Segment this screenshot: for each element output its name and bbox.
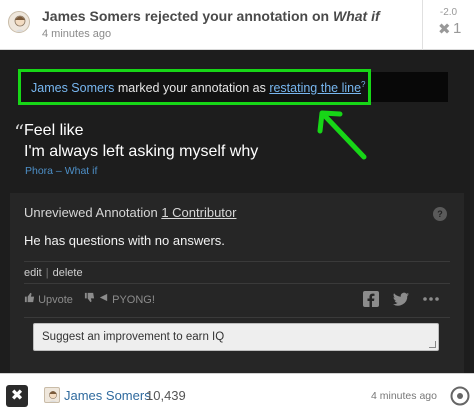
pyong-icon	[99, 293, 108, 302]
thumbs-down-icon	[84, 292, 95, 303]
status-help[interactable]: ?	[361, 80, 365, 89]
user-iq: 10,439	[146, 388, 186, 403]
delete-link[interactable]: delete	[53, 267, 83, 279]
annotation-status: Unreviewed Annotation 1 Contributor	[24, 205, 237, 220]
suggest-improvement-input[interactable]: Suggest an improvement to earn IQ	[33, 323, 439, 351]
reject-count: 1	[453, 20, 462, 37]
callout-background	[371, 72, 448, 102]
divider	[24, 317, 450, 318]
notification-header[interactable]: James Somers rejected your annotation on…	[0, 0, 474, 50]
status-link[interactable]: restating the line	[269, 81, 361, 95]
annotation-body: He has questions with no answers.	[24, 233, 225, 248]
contributors-link[interactable]: 1 Contributor	[161, 205, 236, 220]
pyong-button[interactable]: PYONG!	[98, 292, 155, 306]
annotation-content: James Somers marked your annotation as r…	[0, 50, 474, 373]
lyric-line: I'm always left asking myself why	[24, 143, 259, 160]
quote-mark: “	[14, 120, 25, 144]
close-button[interactable]: ✖	[6, 385, 28, 407]
iq-delta: -2.0	[439, 7, 458, 18]
downvote-button[interactable]	[84, 292, 95, 306]
footer-bar: ✖ James Somers 10,439 4 minutes ago	[0, 373, 474, 417]
lyric-line: Feel like	[24, 122, 84, 139]
user-link[interactable]: James Somers	[64, 388, 151, 403]
green-arrow-icon	[317, 110, 367, 160]
annotation-panel: Unreviewed Annotation 1 Contributor ? He…	[10, 193, 464, 373]
divider	[24, 261, 450, 262]
separator: |	[45, 267, 49, 279]
user-avatar-icon[interactable]	[44, 387, 60, 403]
thumbs-up-icon	[24, 292, 35, 303]
notification-title: James Somers rejected your annotation on…	[42, 8, 380, 24]
resize-handle-icon[interactable]	[429, 341, 436, 348]
reject-mark-icon: ✖	[438, 21, 451, 38]
help-icon[interactable]: ?	[433, 207, 447, 221]
iq-score-box: -2.0 ✖ 1	[422, 0, 474, 50]
user-link[interactable]: James Somers	[31, 81, 114, 95]
song-source-link[interactable]: Phora – What if	[25, 165, 97, 177]
divider	[24, 283, 450, 284]
vote-row: Upvote PYONG!	[24, 292, 155, 310]
status-message: James Somers marked your annotation as r…	[31, 80, 366, 96]
twitter-icon[interactable]	[392, 290, 410, 308]
edit-link[interactable]: edit	[24, 267, 42, 279]
face-avatar-icon	[8, 11, 30, 33]
notification-time: 4 minutes ago	[42, 28, 112, 40]
song-title: What if	[332, 8, 380, 24]
more-options-icon[interactable]	[422, 290, 440, 308]
settings-icon[interactable]	[450, 386, 470, 406]
upvote-button[interactable]: Upvote	[24, 292, 73, 306]
facebook-icon[interactable]	[362, 290, 380, 308]
annotation-actions: edit | delete	[24, 267, 83, 279]
footer-time: 4 minutes ago	[371, 390, 437, 402]
status-callout: James Somers marked your annotation as r…	[18, 69, 371, 105]
